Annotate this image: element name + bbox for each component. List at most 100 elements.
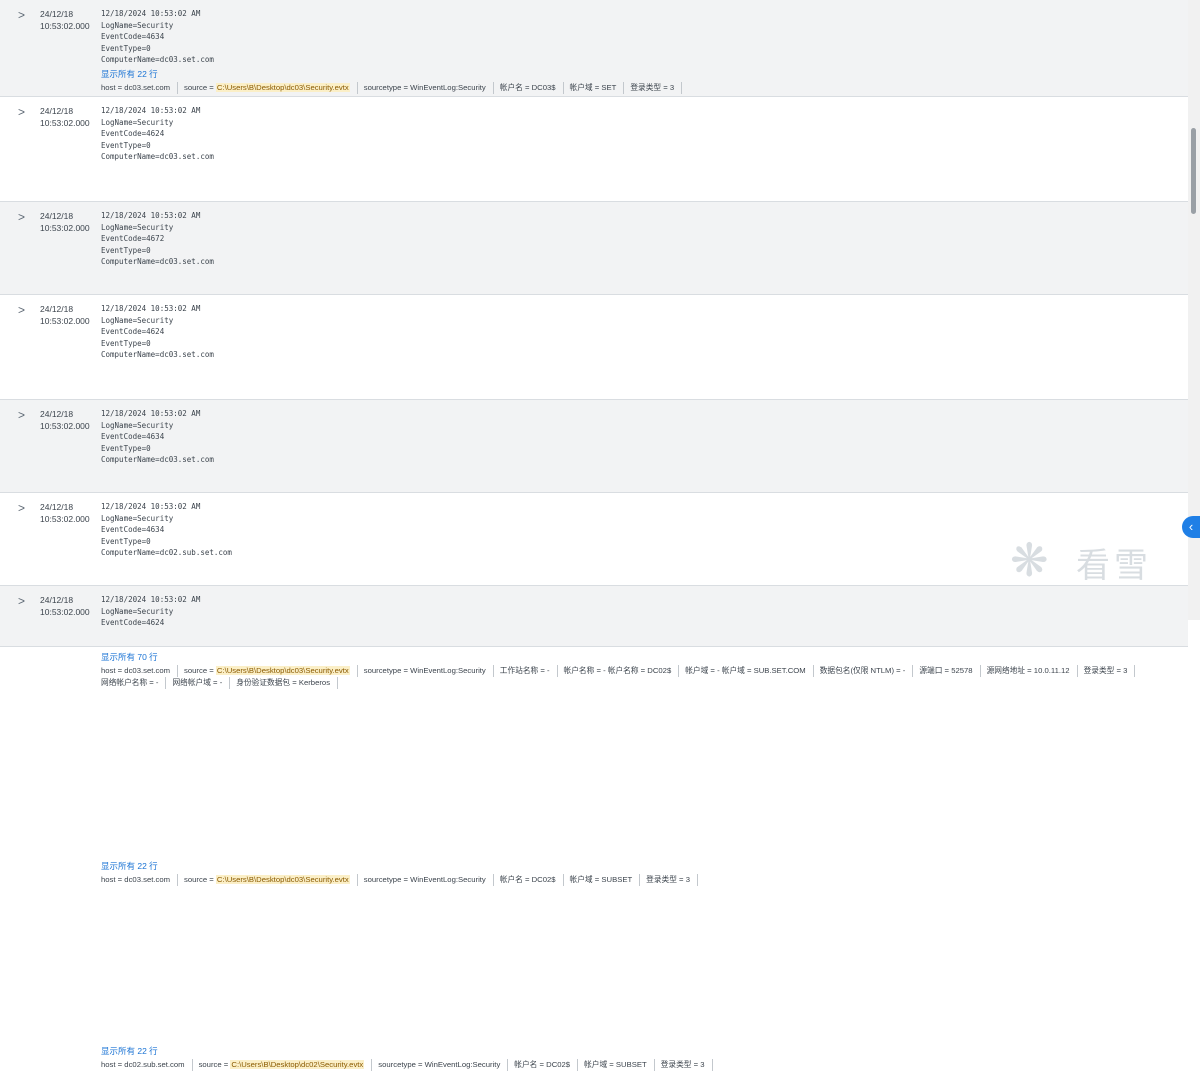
event-time: 10:53:02.000 [40,316,90,326]
field-value[interactable]: WinEventLog:Security [410,83,486,92]
field-equals: = [538,666,547,675]
show-all-lines-link[interactable]: 显示所有 22 行 [101,68,158,80]
chevron-right-icon[interactable]: > [18,408,25,422]
show-all-lines-link[interactable]: 显示所有 70 行 [101,651,158,663]
field-pair[interactable]: 网络帐户名称 = - [101,677,167,689]
field-value[interactable]: - 帐户域 = SUB.SET.COM [717,666,806,675]
event-timestamp: 24/12/18 10:53:02.000 [40,594,90,618]
field-pair[interactable]: 帐户名 = DC02$ [500,874,564,886]
show-all-lines-link[interactable]: 显示所有 22 行 [101,1045,158,1057]
field-key: 帐户域 [569,875,593,884]
field-value[interactable]: - [220,678,223,687]
field-key: 登录类型 [660,1060,692,1069]
field-pair[interactable]: source = C:\Users\B\Desktop\dc02\Securit… [199,1059,373,1071]
field-pair[interactable]: 登录类型 = 3 [630,82,683,94]
field-key: source [198,1060,222,1069]
chevron-right-icon[interactable]: > [18,210,25,224]
field-pair[interactable]: 登录类型 = 3 [1084,665,1136,677]
field-value[interactable]: - 帐户名称 = DC02$ [603,666,671,675]
field-equals: = [210,678,220,687]
field-key: sourcetype [363,83,402,92]
raw-line: EventType=0 [101,338,151,348]
field-value[interactable]: dc02.sub.set.com [124,1060,184,1069]
field-value[interactable]: SUBSET [616,1060,647,1069]
chevron-right-icon[interactable]: > [18,594,25,608]
field-value[interactable]: C:\Users\B\Desktop\dc03\Security.evtx [215,83,350,92]
field-value[interactable]: - [156,678,159,687]
event-time: 10:53:02.000 [40,607,90,617]
field-pair[interactable]: 帐户名 = DC03$ [500,82,564,94]
field-pair[interactable]: host = dc03.set.com [101,82,179,94]
field-value[interactable]: 3 [686,875,690,884]
raw-line: EventCode=4634 [101,432,165,442]
field-pair[interactable]: sourcetype = WinEventLog:Security [364,82,494,94]
chevron-right-icon[interactable]: > [18,105,25,119]
field-value[interactable]: C:\Users\B\Desktop\dc02\Security.evtx [230,1060,365,1069]
field-pair[interactable]: 源网络地址 = 10.0.11.12 [987,665,1078,677]
field-value[interactable]: WinEventLog:Security [410,666,486,675]
chevron-right-icon[interactable]: > [18,303,25,317]
chevron-right-icon[interactable]: > [18,501,25,515]
collapse-panel-button[interactable]: ‹ [1182,516,1200,538]
field-value[interactable]: SUBSET [601,875,632,884]
event-row: >24/12/18 10:53:02.000 12/18/2024 10:53:02… [0,295,1188,689]
field-pair[interactable]: source = C:\Users\B\Desktop\dc03\Securit… [184,874,358,886]
field-pair[interactable]: 帐户域 = SUBSET [584,1059,655,1071]
field-value[interactable]: WinEventLog:Security [425,1060,501,1069]
field-pair[interactable]: 源端口 = 52578 [919,665,981,677]
field-value[interactable]: 10.0.11.12 [1034,666,1070,675]
field-pair[interactable]: 帐户域 = SET [570,82,625,94]
field-pair[interactable]: 工作站名称 = - [500,665,558,677]
field-value[interactable]: dc03.set.com [124,83,170,92]
event-row: >24/12/18 10:53:02.000 12/18/2024 10:53:02… [0,586,1188,647]
raw-line: LogName=Security [101,513,174,523]
event-date: 24/12/18 [40,409,74,419]
field-value[interactable]: 52578 [951,666,972,675]
field-value[interactable]: - [547,666,550,675]
raw-line: EventType=0 [101,140,151,150]
field-value[interactable]: WinEventLog:Security [410,875,486,884]
field-pair[interactable]: source = C:\Users\B\Desktop\dc03\Securit… [184,665,358,677]
field-pair[interactable]: 帐户名称 = - 帐户名称 = DC02$ [564,665,680,677]
field-value[interactable]: DC02$ [546,1060,570,1069]
field-value[interactable]: Kerberos [299,678,330,687]
field-equals: = [115,1060,125,1069]
field-pair[interactable]: host = dc02.sub.set.com [101,1059,193,1071]
field-pair[interactable]: sourcetype = WinEventLog:Security [364,874,494,886]
field-pair[interactable]: source = C:\Users\B\Desktop\dc03\Securit… [184,82,358,94]
field-pair[interactable]: 数据包名(仅限 NTLM) = - [820,665,914,677]
field-pair[interactable]: sourcetype = WinEventLog:Security [378,1059,509,1071]
field-pair[interactable]: 登录类型 = 3 [661,1059,713,1071]
field-value[interactable]: 3 [700,1060,704,1069]
field-pair[interactable]: sourcetype = WinEventLog:Security [364,665,494,677]
field-value[interactable]: DC02$ [532,875,556,884]
field-value[interactable]: C:\Users\B\Desktop\dc03\Security.evtx [215,875,350,884]
field-equals: = [592,875,602,884]
field-pair[interactable]: 身份验证数据包 = Kerberos [236,677,339,689]
event-fields: host = dc02.sub.set.com source = C:\Users… [101,1059,1146,1071]
field-pair[interactable]: 网络帐户域 = - [172,677,231,689]
field-key: 身份验证数据包 [236,678,291,687]
field-value[interactable]: - [903,666,906,675]
field-value[interactable]: dc03.set.com [124,666,170,675]
raw-line: ComputerName=dc03.set.com [101,257,214,267]
raw-line: 12/18/2024 10:53:02 AM [101,595,201,604]
field-pair[interactable]: 登录类型 = 3 [646,874,698,886]
field-key: 登录类型 [630,83,662,92]
field-value[interactable]: 3 [670,83,674,92]
field-pair[interactable]: host = dc03.set.com [101,874,179,886]
field-value[interactable]: 3 [1123,666,1127,675]
chevron-right-icon[interactable]: > [18,8,25,22]
field-key: 帐户名 [514,1060,538,1069]
field-pair[interactable]: 帐户域 = - 帐户域 = SUB.SET.COM [685,665,814,677]
field-value[interactable]: dc03.set.com [124,875,170,884]
show-all-lines-link[interactable]: 显示所有 22 行 [101,860,158,872]
field-pair[interactable]: 帐户域 = SUBSET [570,874,641,886]
field-value[interactable]: SET [601,83,616,92]
field-pair[interactable]: host = dc03.set.com [101,665,179,677]
field-value[interactable]: DC03$ [532,83,556,92]
field-value[interactable]: C:\Users\B\Desktop\dc03\Security.evtx [215,666,350,675]
field-pair[interactable]: 帐户名 = DC02$ [514,1059,579,1071]
raw-line: LogName=Security [101,20,174,30]
scrollbar-thumb[interactable] [1191,128,1196,214]
